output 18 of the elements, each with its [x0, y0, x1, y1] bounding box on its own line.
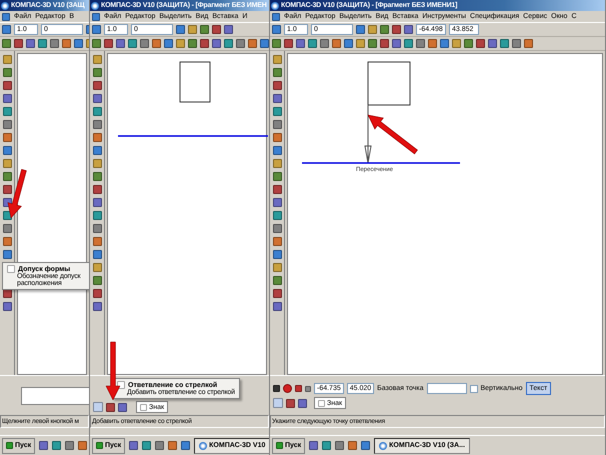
- app-icon: [91, 2, 99, 10]
- pointer-arrow: [8, 169, 27, 218]
- stop-icon[interactable]: [283, 384, 292, 393]
- pointer-arrow: [106, 342, 120, 400]
- app-icon: [379, 442, 388, 450]
- base-point-select[interactable]: [426, 383, 466, 394]
- square-shape: [180, 62, 210, 102]
- checkbox[interactable]: [470, 384, 478, 392]
- tooltip-icon: [7, 265, 15, 273]
- leader-line: [364, 104, 372, 164]
- app-icon: [271, 2, 279, 10]
- tab-icon: [318, 400, 325, 406]
- square-shape: [368, 62, 410, 106]
- input-field[interactable]: [21, 386, 89, 404]
- app-icon: [1, 2, 9, 10]
- app-icon: [199, 442, 208, 450]
- tab-icon: [140, 404, 147, 410]
- pointer-arrow: [368, 114, 418, 154]
